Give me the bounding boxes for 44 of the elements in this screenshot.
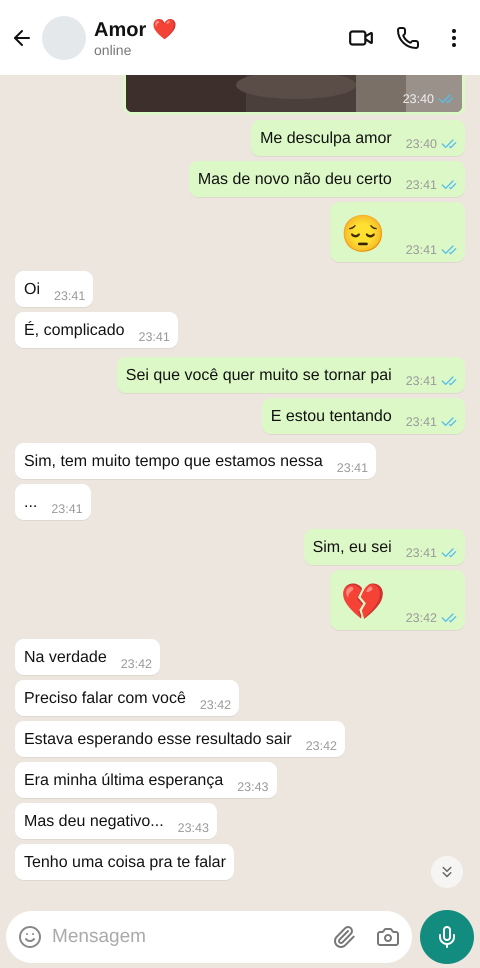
message-text: E estou tentando bbox=[270, 407, 392, 427]
message-time: 23:41 bbox=[406, 374, 437, 388]
message-time: 23:42 bbox=[406, 611, 437, 625]
message-text: Estava esperando esse resultado sair bbox=[24, 730, 292, 750]
phone-icon[interactable] bbox=[396, 26, 420, 50]
scroll-down-button[interactable] bbox=[431, 856, 463, 888]
message-text: Sim, eu sei bbox=[312, 538, 392, 558]
message-time: 23:40 bbox=[406, 137, 437, 151]
message-time: 23:41 bbox=[406, 546, 437, 560]
message-time: 23:43 bbox=[178, 821, 209, 835]
message-time: 23:43 bbox=[237, 780, 268, 794]
message-input[interactable]: Mensagem bbox=[50, 924, 324, 948]
message-text: É, complicado bbox=[24, 320, 124, 341]
attach-icon[interactable] bbox=[332, 924, 356, 948]
message-time: 23:41 bbox=[406, 243, 437, 257]
message-emoji: 💔 bbox=[340, 580, 387, 624]
message-text: ... bbox=[24, 493, 38, 513]
contact-status: online bbox=[94, 42, 132, 58]
message-text: Sim, tem muito tempo que estamos nessa bbox=[24, 452, 323, 472]
emoji-icon[interactable] bbox=[18, 924, 42, 948]
message-text: Sei que você quer muito se tornar pai bbox=[126, 366, 392, 386]
message-text: Oi bbox=[24, 280, 40, 300]
message-time: 23:41 bbox=[336, 461, 368, 475]
message-text: Preciso falar com você bbox=[24, 689, 186, 709]
message-time: 23:41 bbox=[138, 330, 170, 344]
message-text: Na verdade bbox=[24, 648, 107, 668]
message-text: Mas de novo não deu certo bbox=[198, 170, 392, 190]
message-time: 23:41 bbox=[406, 178, 437, 192]
contact-name: Amor ❤ bbox=[94, 18, 178, 42]
message-text: Me desculpa amor bbox=[260, 129, 392, 149]
photo-message[interactable]: 23:40 bbox=[123, 75, 465, 115]
message-time: 23:42 bbox=[200, 698, 232, 712]
message-field[interactable]: Mensagem bbox=[6, 910, 412, 962]
message-text: Tenho uma coisa pra te falar bbox=[24, 853, 226, 873]
message-time: 23:41 bbox=[54, 289, 86, 303]
message-time: 23:41 bbox=[406, 415, 437, 429]
microphone-button[interactable] bbox=[420, 910, 474, 964]
message-time: 23:42 bbox=[306, 739, 337, 753]
message-text: Mas deu negativo... bbox=[24, 812, 164, 832]
message-time: 23:40 bbox=[402, 92, 434, 106]
message-emoji: 😔 bbox=[340, 212, 387, 256]
message-time: 23:42 bbox=[120, 657, 152, 671]
message-time: 23:41 bbox=[51, 502, 83, 516]
message-text: Era minha última esperança bbox=[24, 771, 224, 791]
